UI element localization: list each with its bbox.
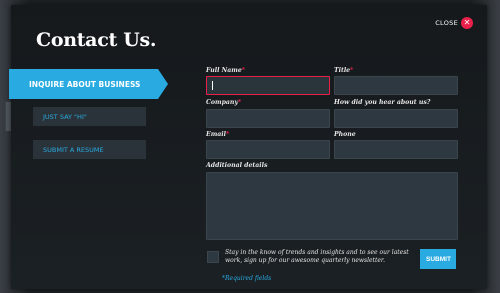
title-field[interactable]	[334, 76, 458, 95]
required-mark: *	[225, 131, 230, 138]
heard-about-us-field[interactable]	[334, 109, 458, 128]
phone-field[interactable]	[334, 140, 458, 159]
required-mark: *	[350, 67, 354, 74]
close-icon[interactable]: ✕	[461, 17, 473, 29]
full-name-label: Full Name*	[206, 67, 245, 74]
heard-label: How did you hear about us?	[334, 99, 431, 106]
newsletter-checkbox[interactable]	[207, 251, 219, 263]
newsletter-text: Stay in the know of trends and insights …	[225, 249, 409, 264]
nav-item-just-say-hi[interactable]: JUST SAY "HI"	[33, 107, 146, 126]
title-label: Title*	[334, 67, 353, 74]
close-label: CLOSE	[435, 19, 458, 27]
nav-item-submit-resume[interactable]: SUBMIT A RESUME	[33, 140, 146, 159]
contact-modal: CLOSE ✕ Contact Us. INQUIRE ABOUT BUSINE…	[9, 5, 487, 289]
company-label-text: Company	[206, 99, 239, 106]
required-mark: *	[241, 67, 246, 74]
nav-item-inquire-business[interactable]: INQUIRE ABOUT BUSINESS	[9, 69, 168, 99]
email-label-text: Email	[206, 131, 226, 138]
company-field[interactable]	[206, 109, 330, 128]
full-name-field[interactable]	[206, 76, 330, 95]
email-label: Email*	[206, 131, 229, 138]
details-label: Additional details	[206, 162, 268, 169]
title-label-text: Title	[334, 67, 351, 74]
modal-title: Contact Us.	[36, 29, 157, 51]
email-field[interactable]	[206, 140, 330, 159]
company-label: Company*	[206, 99, 241, 106]
details-textarea[interactable]	[206, 172, 458, 240]
full-name-label-text: Full Name	[206, 67, 242, 74]
text-cursor	[212, 81, 213, 90]
submit-button[interactable]: SUBMIT	[420, 249, 456, 269]
required-mark: *	[238, 99, 242, 106]
phone-label: Phone	[334, 131, 356, 138]
close-button[interactable]: CLOSE ✕	[435, 17, 473, 29]
required-fields-note: *Required fields	[222, 275, 272, 282]
